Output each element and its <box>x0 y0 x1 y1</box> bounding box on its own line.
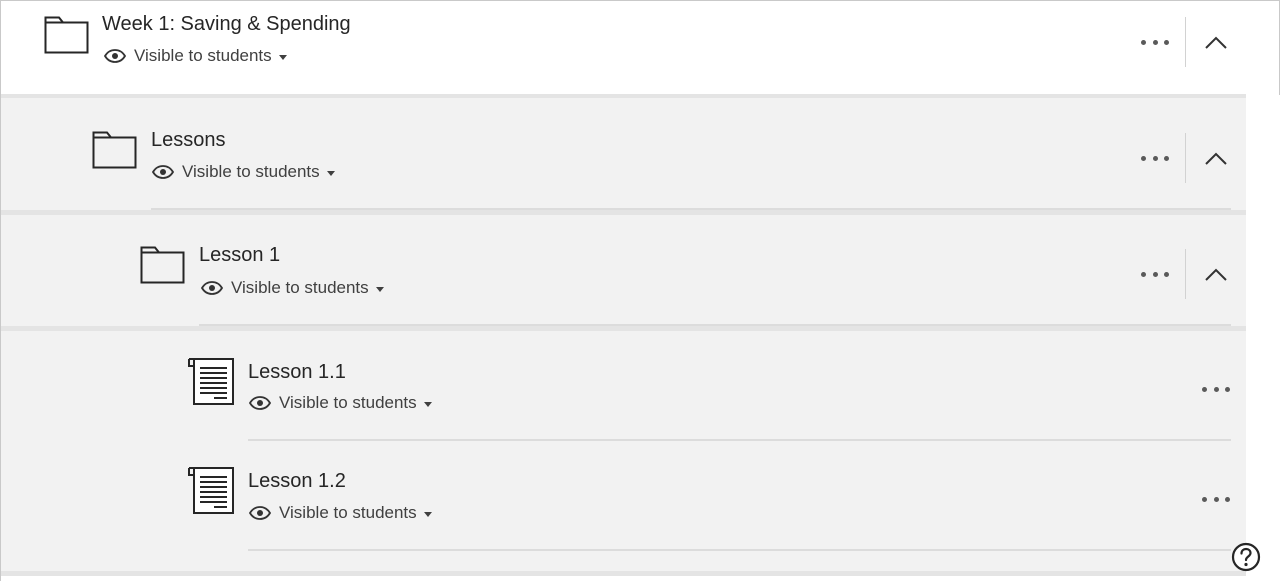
item-title[interactable]: Lessons <box>151 128 226 152</box>
divider <box>1185 17 1186 67</box>
caret-down-icon <box>278 54 287 60</box>
eye-icon <box>249 396 271 410</box>
item-title[interactable]: Lesson 1 <box>199 243 280 267</box>
item-title[interactable]: Week 1: Saving & Spending <box>102 12 351 36</box>
caret-down-icon <box>375 286 384 292</box>
more-options-icon[interactable] <box>1141 30 1169 54</box>
caret-down-icon <box>326 170 335 176</box>
chevron-up-icon[interactable] <box>1203 263 1229 287</box>
visibility-dropdown[interactable]: Visible to students <box>104 44 287 68</box>
item-title[interactable]: Lesson 1.1 <box>248 360 346 384</box>
divider <box>1185 249 1186 299</box>
folder-icon <box>140 246 185 284</box>
eye-icon <box>104 49 126 63</box>
item-title[interactable]: Lesson 1.2 <box>248 469 346 493</box>
band-divider <box>1 94 1246 98</box>
chevron-up-icon[interactable] <box>1203 147 1229 171</box>
folder-band-lesson-1 <box>1 215 1246 326</box>
row-divider <box>199 324 1231 326</box>
visibility-dropdown[interactable]: Visible to students <box>201 276 384 300</box>
folder-icon <box>92 131 137 169</box>
document-icon <box>188 358 234 405</box>
page-gutter <box>1246 95 1280 582</box>
more-options-icon[interactable] <box>1141 262 1169 286</box>
folder-icon <box>44 16 89 54</box>
help-icon[interactable] <box>1230 541 1262 573</box>
more-options-icon[interactable] <box>1202 487 1230 511</box>
divider <box>1185 133 1186 183</box>
document-icon <box>188 467 234 514</box>
visibility-label: Visible to students <box>134 46 272 65</box>
chevron-up-icon[interactable] <box>1203 31 1229 55</box>
caret-down-icon <box>423 511 432 517</box>
visibility-dropdown[interactable]: Visible to students <box>249 501 432 525</box>
visibility-label: Visible to students <box>279 393 417 412</box>
row-divider <box>151 208 1231 210</box>
visibility-label: Visible to students <box>182 162 320 181</box>
row-divider <box>248 439 1231 441</box>
visibility-label: Visible to students <box>279 503 417 522</box>
visibility-label: Visible to students <box>231 278 369 297</box>
eye-icon <box>201 281 223 295</box>
caret-down-icon <box>423 401 432 407</box>
more-options-icon[interactable] <box>1141 146 1169 170</box>
band-divider <box>1 571 1246 576</box>
folder-band-lessons <box>1 98 1246 210</box>
eye-icon <box>152 165 174 179</box>
eye-icon <box>249 506 271 520</box>
more-options-icon[interactable] <box>1202 377 1230 401</box>
visibility-dropdown[interactable]: Visible to students <box>249 391 432 415</box>
visibility-dropdown[interactable]: Visible to students <box>152 160 335 184</box>
row-divider <box>248 549 1231 551</box>
